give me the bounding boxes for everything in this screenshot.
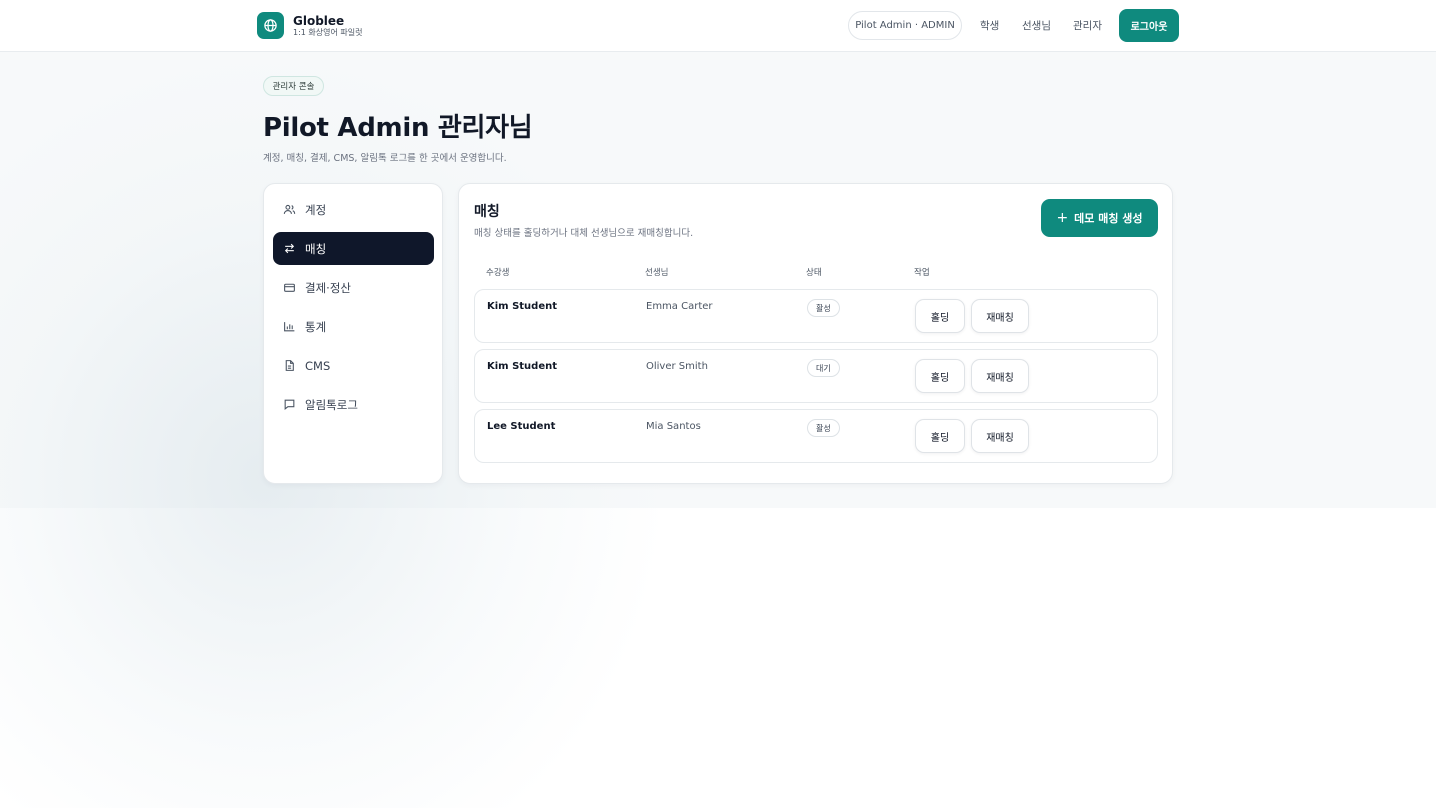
nav-link-admin[interactable]: 관리자 (1073, 18, 1102, 33)
tutor-name: Emma Carter (646, 301, 713, 312)
sidebar-item-label: 통계 (305, 319, 327, 334)
matching-panel: 매칭 매칭 상태를 홀딩하거나 대체 선생님으로 재매칭합니다. + 데모 매칭… (458, 183, 1173, 484)
brand-subtitle: 1:1 화상영어 파일럿 (293, 27, 363, 37)
sidebar-item-label: 결제·정산 (305, 280, 351, 295)
create-button-label: 데모 매칭 생성 (1074, 212, 1143, 225)
tutor-name: Mia Santos (646, 421, 701, 432)
swap-arrows-icon (283, 242, 296, 255)
status-badge: 대기 (807, 359, 840, 377)
brand-name: Globlee (293, 13, 345, 28)
page-title: Pilot Admin 관리자님 (263, 113, 533, 143)
nav-link-teachers[interactable]: 선생님 (1022, 18, 1051, 33)
globe-icon (257, 12, 284, 39)
hold-button[interactable]: 홀딩 (915, 419, 965, 453)
status-badge: 활성 (807, 419, 840, 437)
credit-card-icon (283, 281, 296, 294)
status-badge: 활성 (807, 299, 840, 317)
sidebar-item-label: 계정 (305, 202, 327, 217)
user-role-pill: Pilot Admin · ADMIN (848, 11, 962, 40)
rematch-button[interactable]: 재매칭 (971, 359, 1029, 393)
document-icon (283, 359, 296, 372)
hold-button[interactable]: 홀딩 (915, 359, 965, 393)
nav-link-students[interactable]: 학생 (980, 18, 999, 33)
section-description: 매칭 상태를 홀딩하거나 대체 선생님으로 재매칭합니다. (474, 228, 694, 239)
sidebar-item-cms[interactable]: CMS (273, 349, 434, 382)
column-header-student: 수강생 (486, 268, 510, 278)
tutor-name: Oliver Smith (646, 361, 708, 372)
sidebar-item-alimtalk-log[interactable]: 알림톡로그 (273, 388, 434, 421)
rematch-button[interactable]: 재매칭 (971, 299, 1029, 333)
users-icon (283, 203, 296, 216)
sidebar-item-label: 알림톡로그 (305, 397, 358, 412)
section-title: 매칭 (474, 204, 500, 220)
top-navbar: Globlee 1:1 화상영어 파일럿 Pilot Admin · ADMIN… (0, 0, 1436, 52)
sidebar-item-billing[interactable]: 결제·정산 (273, 271, 434, 304)
table-row: Kim Student Oliver Smith 대기 홀딩 재매칭 (474, 349, 1158, 403)
column-header-tutor: 선생님 (645, 268, 669, 278)
student-name: Kim Student (487, 361, 558, 372)
sidebar-item-accounts[interactable]: 계정 (273, 193, 434, 226)
admin-console-badge: 관리자 콘솔 (263, 76, 324, 96)
rematch-button[interactable]: 재매칭 (971, 419, 1029, 453)
admin-sidebar: 계정 매칭 결제·정산 통계 CMS 알림톡로그 (263, 183, 443, 484)
sidebar-item-stats[interactable]: 통계 (273, 310, 434, 343)
hold-button[interactable]: 홀딩 (915, 299, 965, 333)
logout-button[interactable]: 로그아웃 (1119, 9, 1179, 42)
brand[interactable]: Globlee 1:1 화상영어 파일럿 (257, 12, 362, 39)
table-row: Lee Student Mia Santos 활성 홀딩 재매칭 (474, 409, 1158, 463)
student-name: Lee Student (487, 421, 556, 432)
page-description: 계정, 매칭, 결제, CMS, 알림톡 로그를 한 곳에서 운영합니다. (263, 153, 507, 164)
sidebar-item-matching[interactable]: 매칭 (273, 232, 434, 265)
table-row: Kim Student Emma Carter 활성 홀딩 재매칭 (474, 289, 1158, 343)
bar-chart-icon (283, 320, 296, 333)
plus-icon: + (1056, 210, 1069, 226)
create-demo-matching-button[interactable]: + 데모 매칭 생성 (1041, 199, 1158, 237)
column-header-status: 상태 (806, 268, 822, 278)
sidebar-item-label: 매칭 (305, 241, 327, 256)
column-header-actions: 작업 (914, 268, 930, 278)
chat-bubble-icon (283, 398, 296, 411)
student-name: Kim Student (487, 301, 558, 312)
sidebar-item-label: CMS (305, 358, 331, 373)
